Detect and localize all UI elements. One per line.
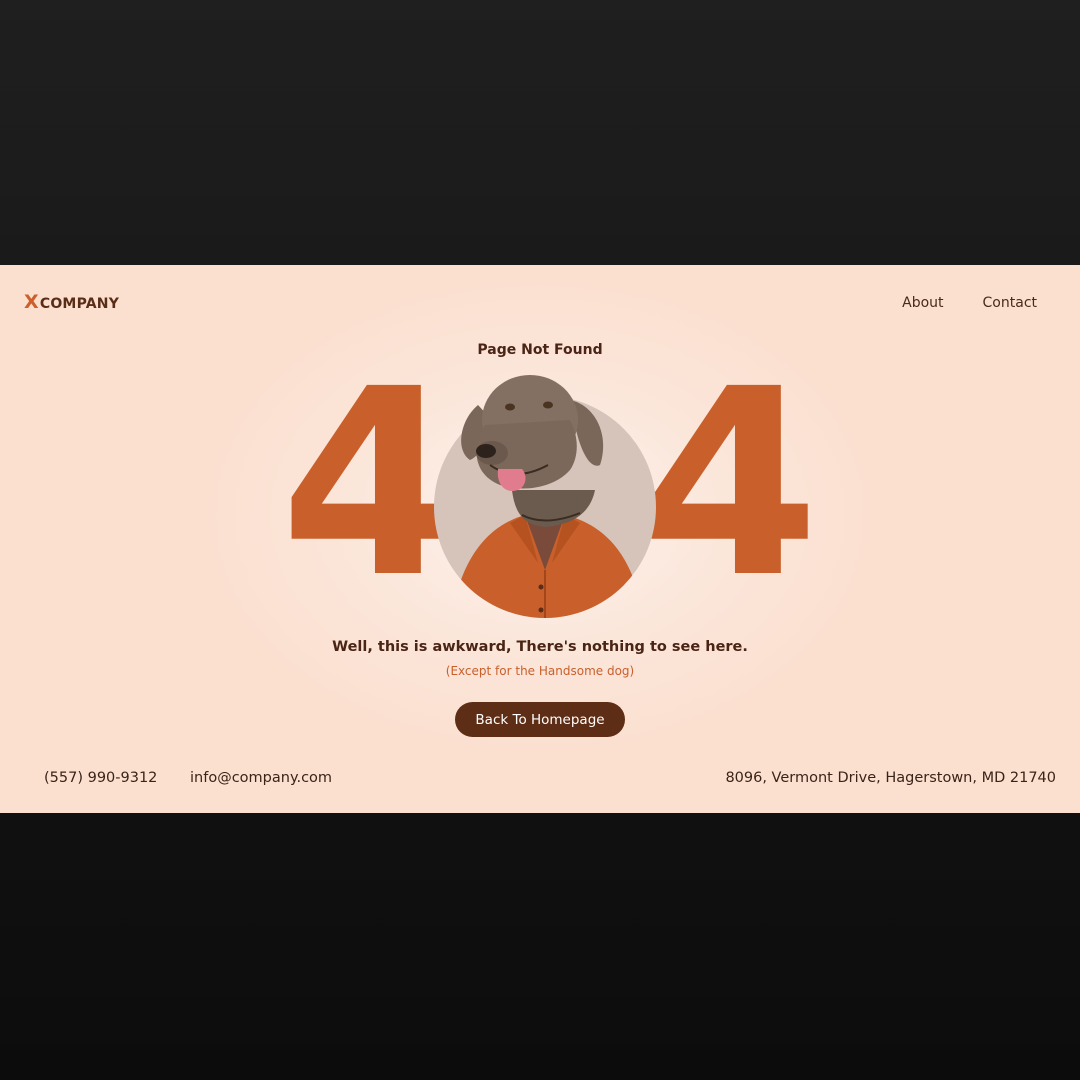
- error-digit-left: 4: [280, 334, 460, 634]
- nav-about-link[interactable]: About: [902, 295, 943, 311]
- error-message: Well, this is awkward, There's nothing t…: [332, 639, 748, 655]
- footer-email[interactable]: info@company.com: [190, 770, 332, 786]
- top-nav: About Contact: [902, 295, 1037, 311]
- footer-phone[interactable]: (557) 990-9312: [44, 770, 157, 786]
- page-not-found-heading: Page Not Found: [477, 342, 603, 358]
- error-page: X COMPANY About Contact Page Not Found 4…: [0, 265, 1080, 813]
- company-logo[interactable]: X COMPANY: [24, 291, 119, 313]
- footer-address: 8096, Vermont Drive, Hagerstown, MD 2174…: [725, 770, 1056, 786]
- logo-text: COMPANY: [39, 296, 120, 312]
- nav-contact-link[interactable]: Contact: [983, 295, 1037, 311]
- error-digit-right: 4: [640, 334, 820, 634]
- dog-illustration: [450, 375, 645, 618]
- error-aside: (Except for the Handsome dog): [445, 664, 635, 678]
- logo-mark: X: [24, 291, 39, 313]
- back-to-homepage-button[interactable]: Back To Homepage: [455, 702, 625, 737]
